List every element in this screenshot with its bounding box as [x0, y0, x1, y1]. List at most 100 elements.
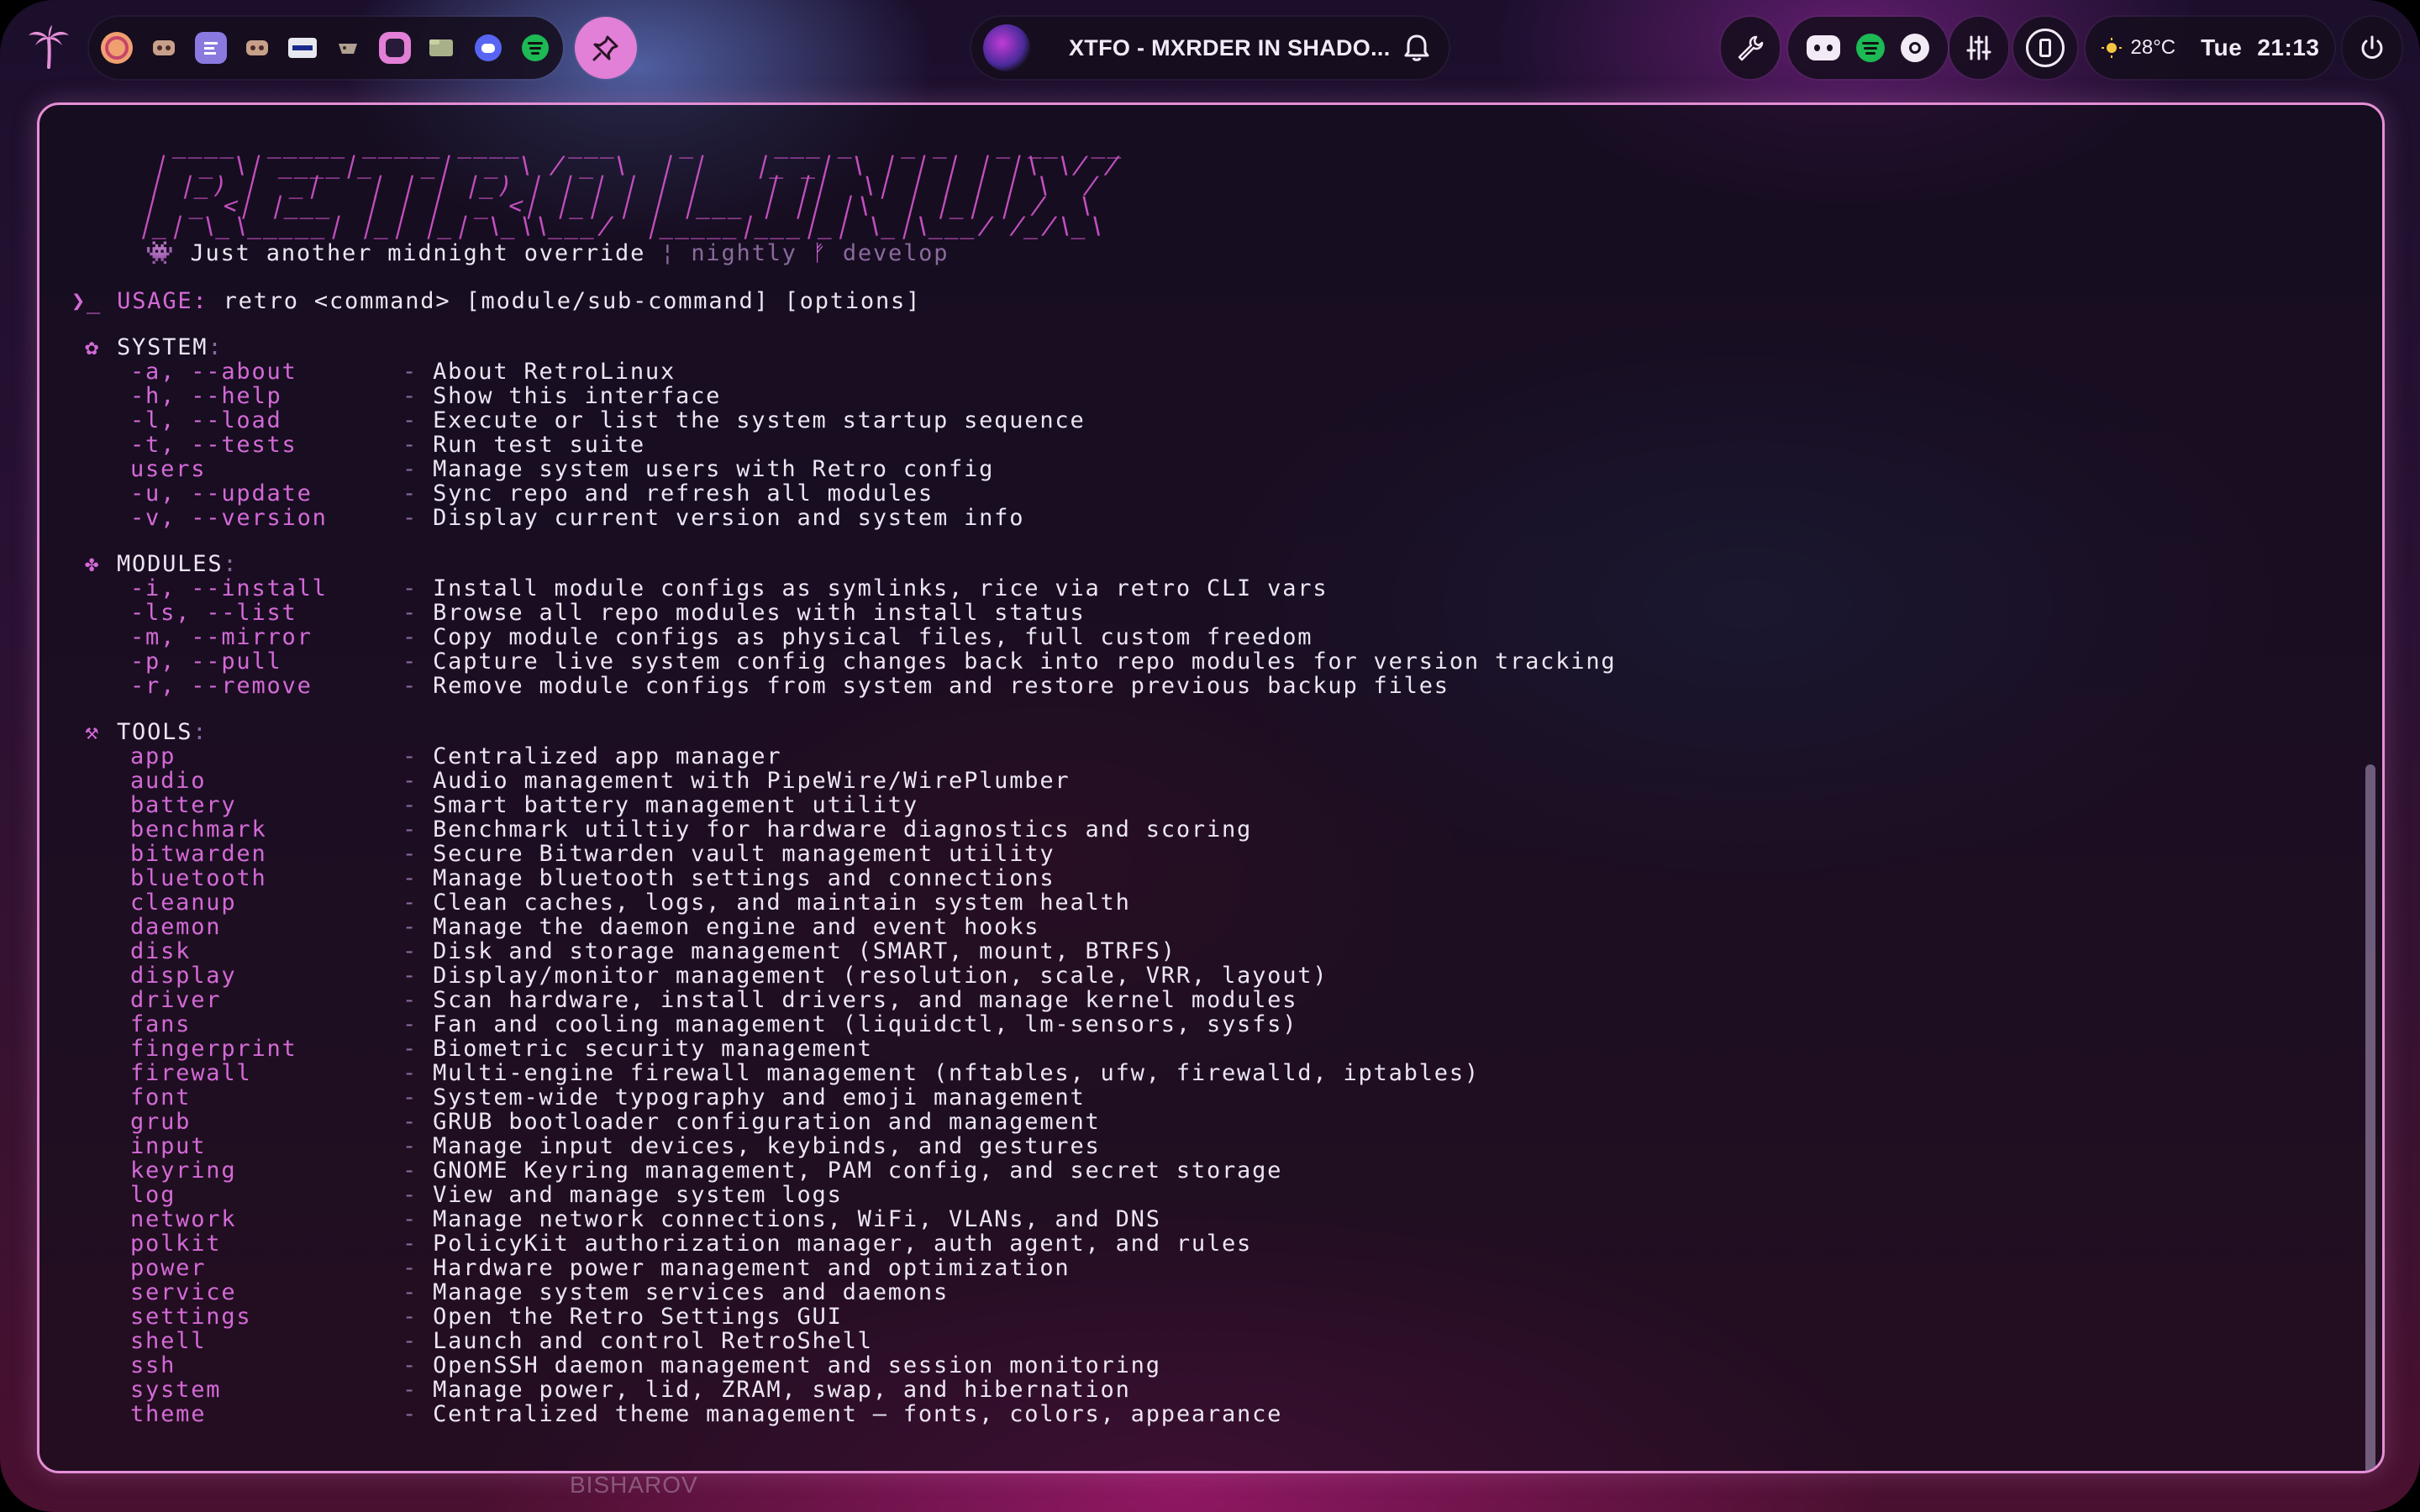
tools-button[interactable] [1721, 17, 1780, 79]
spotify-tray-icon[interactable] [519, 32, 551, 64]
pin-icon [592, 35, 618, 61]
command-row: disk - Disk and storage management (SMART… [71, 939, 2332, 963]
clock-weather[interactable]: 28°C Tue 21:13 [2086, 17, 2334, 79]
steam-icon[interactable] [1901, 34, 1930, 62]
power-button[interactable] [2343, 17, 2402, 79]
command-desc: Secure Bitwarden vault management utilit… [433, 841, 1055, 867]
command-row: system - Manage power, lid, ZRAM, swap, a… [71, 1378, 2332, 1402]
command-desc: Sync repo and refresh all modules [433, 480, 934, 507]
row-dash: - [402, 1158, 434, 1184]
command-flag: input [130, 1133, 207, 1159]
section-header: ✿ SYSTEM: [71, 335, 2332, 360]
command-flag: disk [130, 938, 192, 964]
command-flag: power [130, 1255, 207, 1281]
row-dash: - [402, 841, 434, 867]
section-title: SYSTEM [117, 334, 208, 360]
command-row: driver - Scan hardware, install drivers, … [71, 988, 2332, 1012]
command-row: audio - Audio management with PipeWire/Wi… [71, 769, 2332, 793]
command-desc: Centralized app manager [433, 743, 782, 769]
row-dash: - [402, 963, 434, 989]
row-dash: - [402, 1133, 434, 1159]
row-dash: - [402, 1352, 434, 1378]
command-flag: cleanup [130, 890, 237, 916]
row-dash: - [402, 432, 434, 458]
row-dash: - [402, 865, 434, 891]
hammer-icon: ⚒ [85, 719, 101, 745]
command-desc: Clean caches, logs, and maintain system … [433, 890, 1131, 916]
command-flag: grub [130, 1109, 192, 1135]
command-flag: fingerprint [130, 1036, 297, 1062]
terminal-output: ____ _____ _____ ____ ___ _ ___ _ _ _ _ … [71, 131, 2332, 1426]
media-player[interactable]: XTFO - MXRDER IN SHADO... [971, 17, 1449, 79]
command-flag: bluetooth [130, 865, 267, 891]
firefox-icon[interactable] [101, 32, 133, 64]
command-flag: firewall [130, 1060, 252, 1086]
launcher-palm-icon[interactable] [24, 22, 74, 72]
command-flag: daemon [130, 914, 222, 940]
command-desc: View and manage system logs [433, 1182, 843, 1208]
row-dash: - [402, 1401, 434, 1427]
game-controller-icon[interactable] [148, 32, 180, 64]
command-flag: app [130, 743, 176, 769]
file-manager-icon[interactable] [425, 32, 457, 64]
command-desc: Hardware power management and optimizati… [433, 1255, 1071, 1281]
game-icon[interactable] [332, 32, 364, 64]
command-flag: driver [130, 987, 222, 1013]
pin-button[interactable] [575, 17, 637, 79]
command-flag: -r, --remove [130, 673, 313, 699]
command-flag: service [130, 1279, 237, 1305]
command-desc: Manage system users with Retro config [433, 456, 995, 482]
command-row: grub - GRUB bootloader configuration and … [71, 1110, 2332, 1134]
gamepad-app-icon[interactable] [378, 32, 411, 64]
command-flag: -l, --load [130, 407, 282, 433]
command-flag: battery [130, 792, 237, 818]
command-row: network - Manage network connections, WiF… [71, 1207, 2332, 1231]
row-dash: - [402, 648, 434, 675]
mixer-button[interactable] [1949, 17, 2008, 79]
command-row: log - View and manage system logs [71, 1183, 2332, 1207]
section-colon: : [223, 551, 239, 577]
tagline-line: 👾 Just another midnight override ¦ night… [71, 241, 2332, 265]
command-desc: Capture live system config changes back … [433, 648, 1617, 675]
section-modules: ✤ MODULES: -i, --install - Install module c… [71, 552, 2332, 698]
desktop: XTFO - MXRDER IN SHADO... 28°C Tue 21:13… [0, 0, 2420, 1512]
game-controller-icon-2[interactable] [241, 32, 273, 64]
command-desc: Disk and storage management (SMART, moun… [433, 938, 1176, 964]
scrollbar[interactable] [2365, 764, 2375, 1471]
command-desc: Display current version and system info [433, 505, 1025, 531]
usage-line: ❯_ USAGE: retro <command> [module/sub-co… [71, 289, 2332, 313]
command-flag: -u, --update [130, 480, 313, 507]
terminal-window[interactable]: ____ _____ _____ ____ ___ _ ___ _ _ _ _ … [37, 102, 2385, 1473]
command-flag: -h, --help [130, 383, 282, 409]
notes-app-icon[interactable] [194, 32, 227, 64]
command-flag: keyring [130, 1158, 237, 1184]
branch-icon: ᚠ [812, 240, 828, 266]
command-row: battery - Smart battery management utilit… [71, 793, 2332, 817]
row-dash: - [402, 407, 434, 433]
command-desc: Run test suite [433, 432, 645, 458]
command-desc: Smart battery management utility [433, 792, 918, 818]
row-dash: - [402, 792, 434, 818]
command-row: theme - Centralized theme management — fo… [71, 1402, 2332, 1426]
section-tools: ⚒ TOOLS: app - Centralized app manager audio… [71, 720, 2332, 1426]
battery-indicator[interactable] [2013, 17, 2077, 79]
command-row: fingerprint - Biometric security manageme… [71, 1037, 2332, 1061]
section-header: ✤ MODULES: [71, 552, 2332, 576]
command-desc: GRUB bootloader configuration and manage… [433, 1109, 1101, 1135]
visa-card-icon[interactable] [288, 38, 318, 58]
usage-label: USAGE: [117, 288, 208, 314]
command-flag: shell [130, 1328, 207, 1354]
discord-icon[interactable] [1806, 35, 1840, 60]
command-row: -p, --pull - Capture live system config c… [71, 649, 2332, 674]
spotify-icon[interactable] [1855, 34, 1885, 62]
row-dash: - [402, 987, 434, 1013]
command-row: power - Hardware power management and opt… [71, 1256, 2332, 1280]
command-desc: GNOME Keyring management, PAM config, an… [433, 1158, 1283, 1184]
command-flag: users [130, 456, 207, 482]
command-desc: Manage input devices, keybinds, and gest… [433, 1133, 1101, 1159]
row-dash: - [402, 914, 434, 940]
notification-bell-icon[interactable] [1400, 31, 1434, 65]
discord-tray-icon[interactable] [472, 32, 504, 64]
command-flag: polkit [130, 1231, 222, 1257]
command-desc: Audio management with PipeWire/WirePlumb… [433, 768, 1071, 794]
